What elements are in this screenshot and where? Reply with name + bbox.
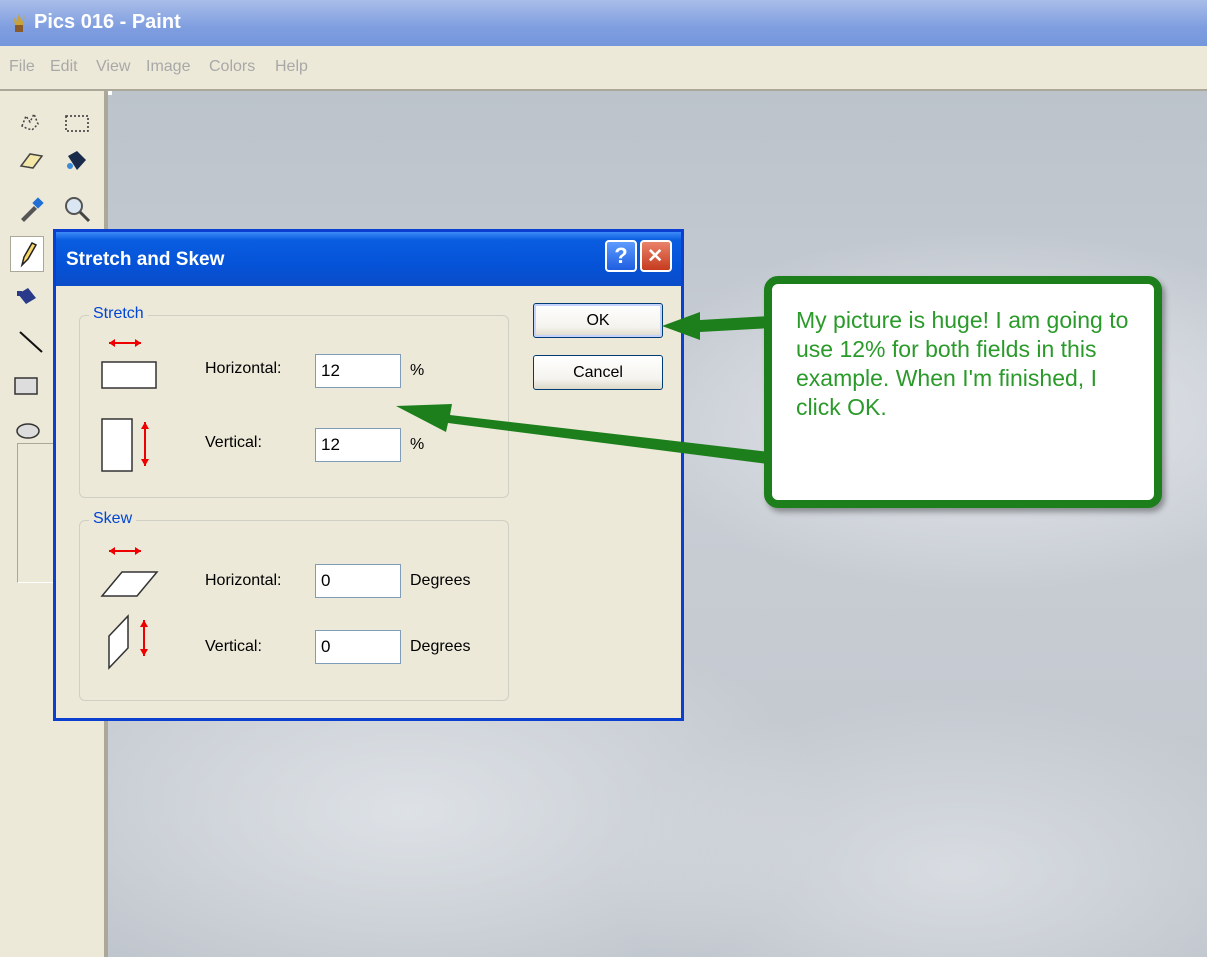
rectangle-icon[interactable] bbox=[12, 370, 42, 400]
line-icon[interactable] bbox=[16, 326, 46, 356]
free-form-select-icon[interactable] bbox=[16, 108, 46, 138]
stretch-vertical-input[interactable]: 12 bbox=[315, 428, 401, 462]
window-title: Pics 016 - Paint bbox=[34, 11, 181, 33]
menu-colors[interactable]: Colors bbox=[209, 58, 255, 76]
paint-app-icon bbox=[13, 14, 25, 32]
menu-file[interactable]: File bbox=[9, 58, 35, 76]
stretch-group-label: Stretch bbox=[89, 305, 148, 323]
annotation-callout: My picture is huge! I am going to use 12… bbox=[764, 276, 1162, 508]
menu-image[interactable]: Image bbox=[146, 58, 190, 76]
skew-vertical-label: Vertical: bbox=[205, 638, 262, 655]
menu-edit[interactable]: Edit bbox=[50, 58, 78, 76]
callout-text: My picture is huge! I am going to use 12… bbox=[796, 307, 1129, 420]
stretch-horizontal-input[interactable]: 12 bbox=[315, 354, 401, 388]
canvas-resize-handle[interactable] bbox=[108, 91, 112, 95]
stretch-skew-dialog: Stretch and Skew ? Stretch Horizontal: 1… bbox=[53, 229, 684, 721]
skew-horizontal-label: Horizontal: bbox=[205, 572, 282, 589]
skew-horizontal-icon bbox=[100, 547, 159, 597]
skew-horizontal-input[interactable]: 0 bbox=[315, 564, 401, 598]
dialog-title: Stretch and Skew bbox=[66, 249, 225, 270]
fill-icon[interactable] bbox=[62, 146, 92, 176]
stretch-horizontal-unit: % bbox=[410, 362, 425, 379]
ok-button[interactable]: OK bbox=[533, 303, 663, 338]
skew-vertical-icon bbox=[108, 614, 148, 670]
title-bar: Pics 016 - Paint bbox=[0, 0, 1207, 46]
stretch-vertical-unit: % bbox=[410, 436, 425, 453]
pencil-icon[interactable] bbox=[12, 239, 42, 269]
color-picker-icon[interactable] bbox=[16, 194, 46, 224]
menu-help[interactable]: Help bbox=[275, 58, 308, 76]
help-button[interactable]: ? bbox=[605, 240, 637, 272]
skew-group-label: Skew bbox=[89, 510, 137, 528]
cancel-button[interactable]: Cancel bbox=[533, 355, 663, 390]
select-icon[interactable] bbox=[62, 108, 92, 138]
dialog-title-bar[interactable]: Stretch and Skew ? bbox=[56, 232, 681, 286]
menu-view[interactable]: View bbox=[96, 58, 130, 76]
magnifier-icon[interactable] bbox=[62, 194, 92, 224]
stretch-horizontal-icon bbox=[101, 339, 157, 389]
skew-vertical-input[interactable]: 0 bbox=[315, 630, 401, 664]
skew-horizontal-unit: Degrees bbox=[410, 572, 471, 589]
stretch-horizontal-label: Horizontal: bbox=[205, 360, 282, 377]
stretch-vertical-icon bbox=[101, 418, 149, 472]
close-button[interactable] bbox=[640, 240, 672, 272]
eraser-icon[interactable] bbox=[16, 146, 46, 176]
ellipse-icon[interactable] bbox=[14, 414, 44, 444]
skew-vertical-unit: Degrees bbox=[410, 638, 471, 655]
stretch-vertical-label: Vertical: bbox=[205, 434, 262, 451]
brush-icon[interactable] bbox=[14, 282, 44, 312]
